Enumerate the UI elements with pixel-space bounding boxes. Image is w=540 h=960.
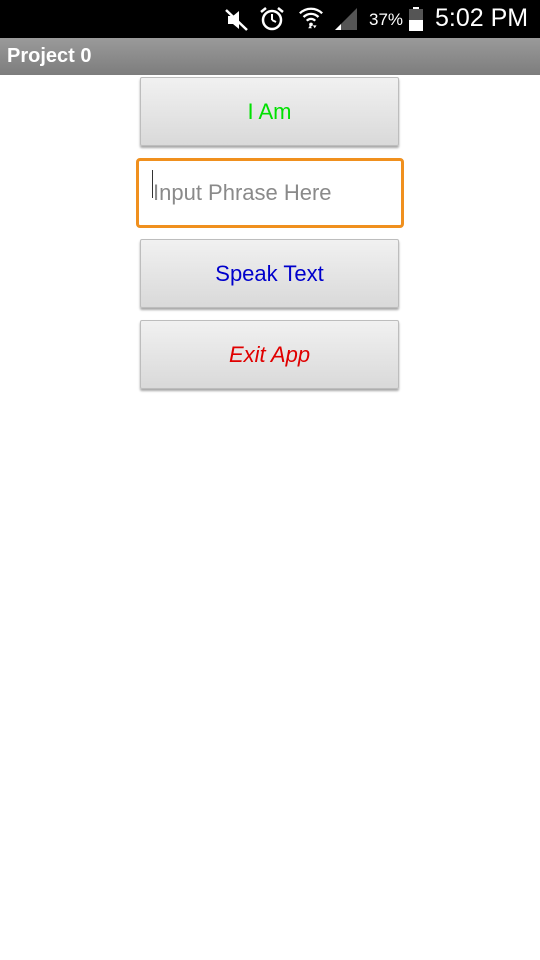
phrase-input[interactable]	[136, 158, 404, 228]
clock: 5:02 PM	[435, 4, 529, 32]
exit-app-button[interactable]: Exit App	[140, 320, 399, 389]
mute-icon	[225, 9, 248, 31]
battery-icon	[409, 7, 423, 31]
status-bar: 37% 5:02 PM	[0, 0, 540, 38]
app-title: Project 0	[7, 45, 92, 67]
wifi-icon	[299, 7, 323, 29]
speak-text-button[interactable]: Speak Text	[140, 239, 399, 308]
i-am-button[interactable]: I Am	[140, 77, 399, 146]
text-caret	[152, 170, 153, 198]
battery-percent: 37%	[369, 10, 404, 29]
title-bar: Project 0	[0, 38, 540, 75]
alarm-icon	[260, 7, 284, 31]
signal-icon	[335, 8, 357, 30]
